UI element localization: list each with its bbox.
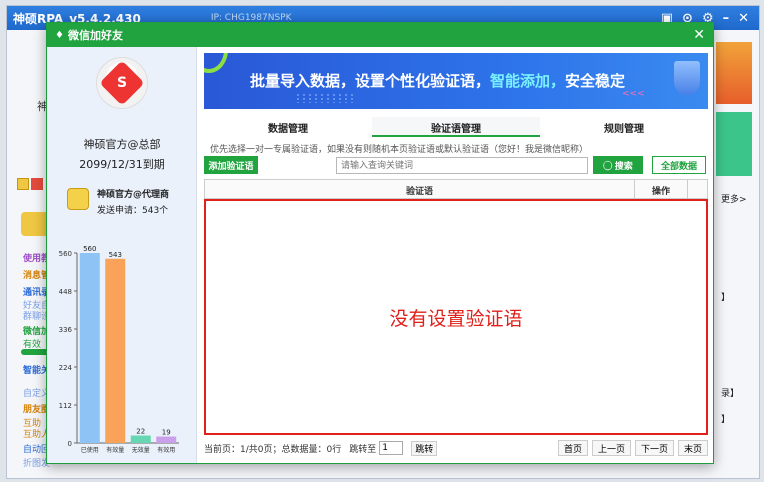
banner-text-part: 批量导入数据，设置个性化验证语， [250,72,491,90]
expire-date: 2099/12/31到期 [79,158,165,171]
app-logo-icon: ♦ [55,29,64,41]
chevron-icon: <<< [622,89,645,99]
bar-value-label: 543 [109,251,122,259]
bg-right-panel [716,112,752,176]
jump-label: 跳转至 [349,444,377,455]
bg-right-label: 】 [721,293,731,303]
send-count: 发送申请：543个 [97,206,169,216]
tab-bar: 数据管理 验证语管理 规则管理 [204,117,708,137]
y-tick-label: 112 [59,402,72,410]
column-header-spacer [687,180,707,198]
avatar: S [96,57,148,109]
bar [79,253,100,443]
search-input[interactable] [336,157,588,174]
promo-banner: 批量导入数据，设置个性化验证语，智能添加，安全稳定 <<< [204,53,708,109]
category-label: 有效用 [157,446,175,454]
close-icon[interactable]: ✕ [693,27,705,43]
account-panel: S 神硕官方@总部 2099/12/31到期 神硕官方@代理商 发送申请：543… [47,47,197,463]
minimize-icon[interactable]: – [723,11,730,26]
next-page-button[interactable]: 下一页 [634,440,674,456]
shield-icon [674,61,700,95]
stats-bar-chart: 0 112 224 336 448 560 560 已使用 543 有效量 22 无效量 19 有效用 [59,245,179,454]
column-header-action: 操作 [651,187,670,197]
dialog-titlebar: ♦ 微信加好友 ✕ [47,23,713,47]
tab-rule-management[interactable]: 规则管理 [540,117,708,137]
banner-dots [295,93,355,103]
all-data-button[interactable]: 全部数据 [652,156,706,174]
agent-avatar-icon [67,188,89,210]
y-tick-label: 560 [59,250,72,258]
tab-data-management[interactable]: 数据管理 [204,117,372,137]
bg-tile-icon [17,178,29,190]
column-header-verification: 验证语 [205,180,635,198]
table-body: 没有设置验证语 [204,199,708,435]
page-info: 当前页：1/共0页；总数据量：0行 [204,444,342,455]
category-label: 无效量 [132,446,150,454]
bar-value-label: 22 [136,428,145,436]
banner-decoration [204,53,228,73]
account-name: 神硕官方@总部 [83,138,161,151]
pagination: 当前页：1/共0页；总数据量：0行 跳转至 跳转 首页 上一页 下一页 末页 [204,440,708,456]
bg-app-icon [21,212,49,236]
search-button[interactable]: ◯ 搜索 [593,156,643,174]
banner-highlight: 智能添加， [490,72,566,90]
banner-text-part: 安全稳定 [565,72,626,90]
bar [105,258,126,443]
add-friend-dialog: ♦ 微信加好友 ✕ S 神硕官方@总部 2099/12/31到期 神硕官方@代理… [46,22,714,464]
agent-name: 神硕官方@代理商 [97,190,170,200]
dialog-title: 微信加好友 [67,29,123,42]
prev-page-button[interactable]: 上一页 [591,440,631,456]
pager-buttons: 首页 上一页 下一页 末页 [557,440,708,456]
bg-right-label: 】 [721,415,731,425]
first-page-button[interactable]: 首页 [557,440,588,456]
y-tick-label: 0 [68,440,72,448]
bg-right-banner [716,42,752,104]
add-verification-button[interactable]: 添加验证语 [204,156,258,174]
bar [130,435,151,443]
banner-text: 批量导入数据，设置个性化验证语，智能添加，安全稳定 [250,70,625,91]
table-header: 验证语 操作 [204,179,708,199]
bar-value-label: 19 [162,429,171,437]
bg-tile-icon [31,178,43,190]
bar-value-label: 560 [83,245,96,253]
bg-right-label: 录】 [721,389,740,399]
category-label: 有效量 [106,446,124,454]
tab-verification-management[interactable]: 验证语管理 [372,117,540,137]
toolbar: 添加验证语 ◯ 搜索 全部数据 [204,156,708,176]
empty-message: 没有设置验证语 [389,307,523,330]
jump-button[interactable]: 跳转 [411,440,438,456]
brand-logo-icon: S [99,60,145,106]
bar [156,436,177,443]
last-page-button[interactable]: 末页 [677,440,708,456]
y-tick-label: 448 [59,288,72,296]
jump-page-input[interactable] [379,441,404,455]
agent-info: 神硕官方@代理商 发送申请：543个 [67,187,195,216]
category-label: 已使用 [81,446,99,454]
bg-more-link[interactable]: 更多> [721,192,761,205]
hint-text: 优先选择一对一专属验证语，如果没有则随机本页验证语或默认验证语（您好！我是微信昵… [210,145,589,155]
close-icon[interactable]: ✕ [738,11,749,26]
y-tick-label: 224 [59,364,73,372]
y-tick-label: 336 [59,326,73,334]
